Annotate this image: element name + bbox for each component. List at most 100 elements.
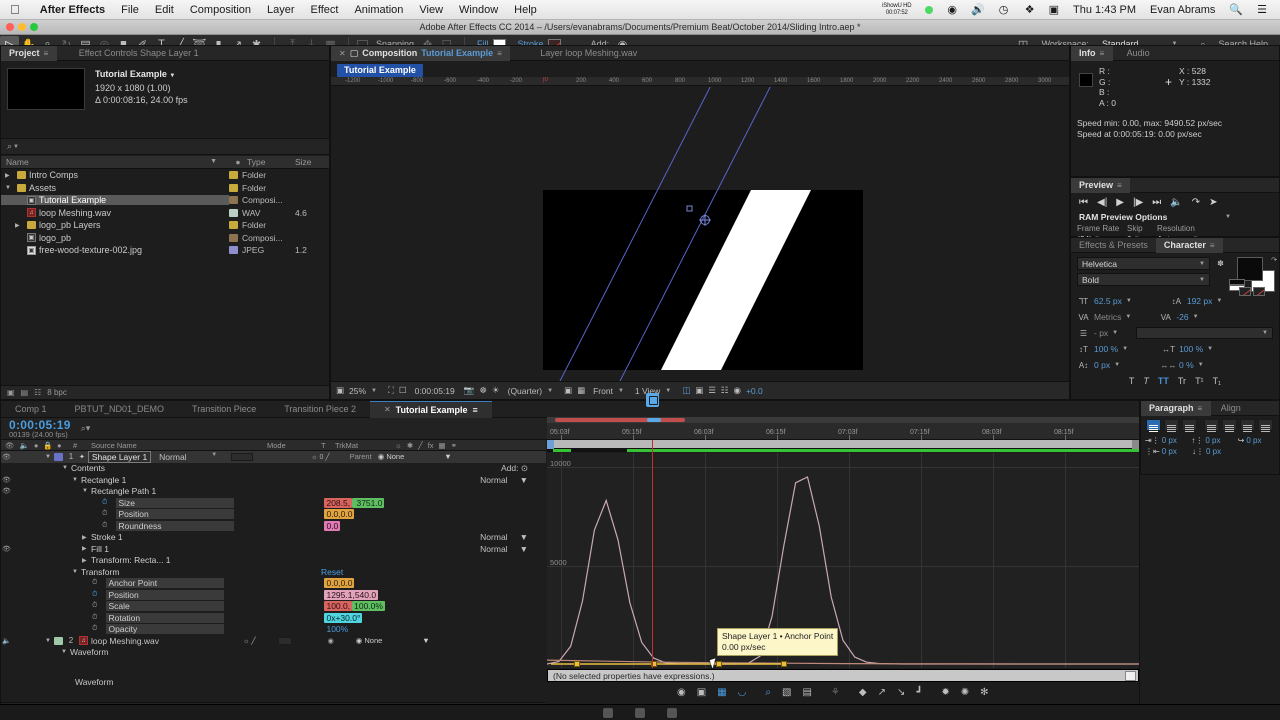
snap-grid-icon[interactable]: ▦: [717, 687, 726, 698]
timeline-property-row[interactable]: ⏱Roundness0.0: [1, 520, 546, 532]
font-size-value[interactable]: 62.5 px: [1094, 296, 1122, 306]
eyedropper-icon[interactable]: ✽: [1214, 257, 1227, 269]
property-right-value[interactable]: Normal▼: [480, 532, 546, 542]
align-left-button[interactable]: [1146, 419, 1161, 431]
show-snapshot-icon[interactable]: ☸: [479, 385, 487, 396]
search-chevron-down-icon[interactable]: ▼: [13, 144, 19, 150]
property-name[interactable]: Stroke 1: [91, 532, 209, 542]
indent-first-line-field[interactable]: ↪ 0 px: [1238, 436, 1275, 445]
layer-twirl-icon[interactable]: ▼: [45, 454, 54, 460]
space-after-field[interactable]: ↓⋮ 0 px: [1192, 447, 1230, 456]
auto-zoom-icon[interactable]: ▤: [802, 687, 811, 698]
property-name[interactable]: Position: [116, 509, 234, 519]
leading-chevron-down-icon[interactable]: ▼: [1216, 298, 1222, 304]
fit-all-graphs-icon[interactable]: ▧: [782, 687, 791, 698]
bit-depth-icon-1[interactable]: ▣: [7, 388, 15, 397]
composition-thumbnail[interactable]: [7, 68, 85, 110]
close-icon[interactable]: ✕: [339, 49, 346, 58]
dock-icon-2[interactable]: [635, 708, 645, 718]
camera-view-value[interactable]: Front: [593, 386, 613, 396]
show-transform-box-icon[interactable]: ▣: [697, 687, 706, 698]
first-frame-icon[interactable]: ⏮: [1079, 197, 1088, 208]
project-item-row[interactable]: ▣Tutorial ExampleComposi...: [1, 194, 329, 207]
window-controls[interactable]: [6, 23, 38, 31]
tab-paragraph[interactable]: Paragraph ≡: [1141, 401, 1211, 416]
no-fill-icon[interactable]: [1239, 287, 1251, 296]
timeline-tab[interactable]: Transition Piece: [178, 401, 270, 418]
always-preview-icon[interactable]: ▣: [336, 385, 344, 396]
close-window-button[interactable]: [6, 23, 14, 31]
transparency-grid-icon[interactable]: ▦: [577, 385, 585, 396]
property-value[interactable]: 1295.1,540.0: [324, 590, 378, 600]
property-twirl-icon[interactable]: ▶: [82, 534, 91, 541]
snapshot-icon[interactable]: 📷: [464, 385, 475, 396]
bluetooth-icon[interactable]: ❖: [1015, 3, 1041, 16]
project-item-name[interactable]: ▣logo_pb: [1, 233, 229, 243]
timeline-property-row[interactable]: 👁▶Fill 1Normal▼: [1, 543, 546, 555]
bezier-icon[interactable]: ✻: [980, 687, 988, 698]
tab-project[interactable]: Project ≡: [1, 46, 57, 61]
leading-value[interactable]: 192 px: [1187, 296, 1213, 306]
property-name[interactable]: Position: [106, 590, 224, 600]
menu-item-edit[interactable]: Edit: [147, 4, 182, 16]
hold-keyframe-icon[interactable]: ┛: [916, 687, 922, 698]
chevron-down-icon[interactable]: ▼: [444, 452, 451, 461]
project-item-name[interactable]: ▣free-wood-texture-002.jpg: [1, 245, 229, 255]
timeline-property-row[interactable]: ⏱Position0.0,0.0: [1, 509, 546, 521]
stroke-type-select[interactable]: ▼: [1136, 327, 1273, 339]
property-twirl-icon[interactable]: ▼: [72, 477, 81, 483]
baseline-shift-value[interactable]: 0 px: [1094, 360, 1110, 370]
chevron-down-icon[interactable]: ▼: [520, 475, 528, 485]
region-of-interest-icon[interactable]: ☐: [399, 385, 407, 396]
ram-preview-options-row[interactable]: RAM Preview Options ▼: [1071, 212, 1279, 222]
twirl-icon[interactable]: ▼: [5, 185, 14, 191]
panel-menu-icon[interactable]: ≡: [1198, 404, 1203, 413]
menu-item-layer[interactable]: Layer: [259, 4, 303, 16]
column-name[interactable]: Name ▼: [1, 157, 229, 167]
expression-scrub-handle[interactable]: [1125, 671, 1136, 681]
property-right-value[interactable]: Normal▼: [480, 475, 546, 485]
screen-recorder-status[interactable]: iShowU HD 00:07:52: [875, 3, 918, 16]
stroke-width-chevron-down-icon[interactable]: ▼: [1112, 330, 1118, 336]
preserve-transparency-header[interactable]: T: [317, 441, 331, 450]
timeline-icon[interactable]: ☰: [708, 385, 716, 396]
timeline-property-row[interactable]: 👁▼Rectangle Path 1: [1, 486, 546, 498]
layer-label-color[interactable]: [54, 637, 63, 645]
views-chevron-down-icon[interactable]: ▼: [665, 388, 671, 394]
layer-blend-mode[interactable]: Normal▼: [151, 452, 217, 462]
speed-graph-canvas[interactable]: 500010000Shape Layer 1 • Anchor Point0.0…: [547, 453, 1139, 668]
property-twirl-icon[interactable]: ▶: [82, 557, 91, 564]
stopwatch-icon[interactable]: ⏱: [92, 591, 97, 599]
dropbox-icon[interactable]: ◉: [940, 3, 964, 16]
column-type[interactable]: Type: [247, 157, 295, 167]
property-twirl-icon[interactable]: ▼: [61, 649, 70, 655]
timeline-property-row[interactable]: ▶Stroke 1 Normal▼: [1, 532, 546, 544]
menu-item-view[interactable]: View: [411, 4, 451, 16]
property-value[interactable]: 100%: [324, 624, 350, 634]
tsume-chevron-down-icon[interactable]: ▼: [1198, 362, 1204, 368]
kerning-value[interactable]: Metrics: [1094, 312, 1121, 322]
project-item-row[interactable]: ▼AssetsFolder: [1, 182, 329, 195]
panel-menu-icon[interactable]: ≡: [1117, 181, 1122, 190]
timeline-tab[interactable]: Transition Piece 2: [270, 401, 370, 418]
switches-cell[interactable]: ☼ 0 ╱: [311, 453, 329, 461]
project-item-name[interactable]: ♫loop Meshing.wav: [1, 208, 229, 218]
apple-logo-icon[interactable]: : [10, 3, 20, 16]
view-chevron-down-icon[interactable]: ▼: [618, 388, 624, 394]
motion-blur-cell[interactable]: ◉: [328, 637, 334, 645]
vertical-scale-value[interactable]: 100 %: [1094, 344, 1118, 354]
tab-effect-controls[interactable]: Effect Controls Shape Layer 1: [57, 46, 207, 61]
property-name[interactable]: Rotation: [106, 613, 224, 623]
timeline-property-row[interactable]: ⏱Rotation0x+30.0°: [1, 612, 546, 624]
timeline-layer-row[interactable]: 👁▼1✦Shape Layer 1Normal▼☼ 0 ╱Parent◉ Non…: [1, 451, 546, 463]
property-twirl-icon[interactable]: ▼: [62, 465, 71, 471]
horizontal-scale-chevron-down-icon[interactable]: ▼: [1207, 346, 1213, 352]
tracking-value[interactable]: -26: [1176, 312, 1188, 322]
easy-ease-icon[interactable]: ◆: [859, 687, 867, 698]
timeline-tab[interactable]: Comp 1: [1, 401, 61, 418]
project-item-row[interactable]: ▶logo_pb LayersFolder: [1, 219, 329, 232]
column-size[interactable]: Size: [295, 157, 325, 167]
comp-name-chevron-down-icon[interactable]: ▼: [169, 73, 175, 79]
menu-item-help[interactable]: Help: [506, 4, 545, 16]
timeline-property-row[interactable]: 👁▼Rectangle 1Normal▼: [1, 474, 546, 486]
